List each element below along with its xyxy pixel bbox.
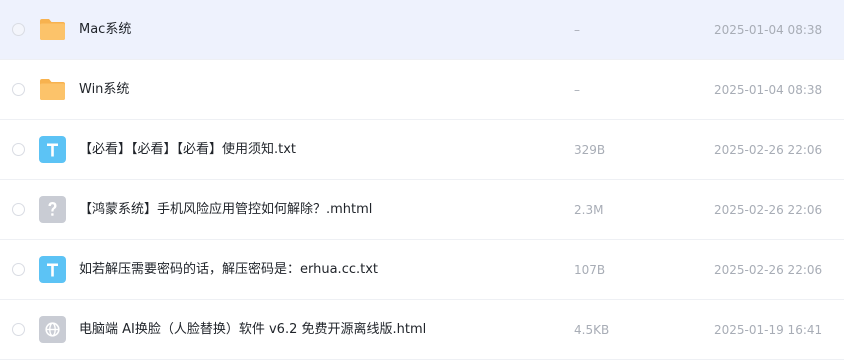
html-file-icon [38,315,67,344]
file-row-mac[interactable]: Mac系统 – 2025-01-04 08:38 [0,0,844,60]
file-date: 2025-02-26 22:06 [714,263,823,277]
file-name[interactable]: 如若解压需要密码的话，解压密码是：erhua.cc.txt [79,240,378,300]
file-row-readme[interactable]: 【必看】【必看】【必看】使用须知.txt 329B 2025-02-26 22:… [0,120,844,180]
file-name[interactable]: 电脑端 AI换脸（人脸替换）软件 v6.2 免费开源离线版.html [79,300,426,360]
file-name[interactable]: Win系统 [79,60,129,120]
file-size: – [574,23,580,37]
file-name[interactable]: 【鸿蒙系统】手机风险应用管控如何解除？.mhtml [79,180,372,240]
file-size: 4.5KB [574,323,610,337]
file-size: – [574,83,580,97]
file-name[interactable]: Mac系统 [79,0,131,60]
select-radio[interactable] [12,323,25,336]
folder-icon [38,15,67,44]
select-radio[interactable] [12,23,25,36]
file-row-password[interactable]: 如若解压需要密码的话，解压密码是：erhua.cc.txt 107B 2025-… [0,240,844,300]
file-row-faceswap[interactable]: 电脑端 AI换脸（人脸替换）软件 v6.2 免费开源离线版.html 4.5KB… [0,300,844,360]
file-size: 329B [574,143,606,157]
file-size: 2.3M [574,203,604,217]
select-radio[interactable] [12,143,25,156]
select-radio[interactable] [12,263,25,276]
folder-icon [38,75,67,104]
file-name[interactable]: 【必看】【必看】【必看】使用须知.txt [79,120,296,180]
file-date: 2025-02-26 22:06 [714,203,823,217]
txt-file-icon [38,135,67,164]
file-date: 2025-01-19 16:41 [714,323,823,337]
txt-file-icon [38,255,67,284]
unknown-file-icon [38,195,67,224]
select-radio[interactable] [12,83,25,96]
select-radio[interactable] [12,203,25,216]
file-list: Mac系统 – 2025-01-04 08:38 Win系统 – 2025-01… [0,0,844,360]
file-date: 2025-02-26 22:06 [714,143,823,157]
file-row-win[interactable]: Win系统 – 2025-01-04 08:38 [0,60,844,120]
file-row-harmony[interactable]: 【鸿蒙系统】手机风险应用管控如何解除？.mhtml 2.3M 2025-02-2… [0,180,844,240]
file-size: 107B [574,263,606,277]
file-date: 2025-01-04 08:38 [714,83,823,97]
file-date: 2025-01-04 08:38 [714,23,823,37]
